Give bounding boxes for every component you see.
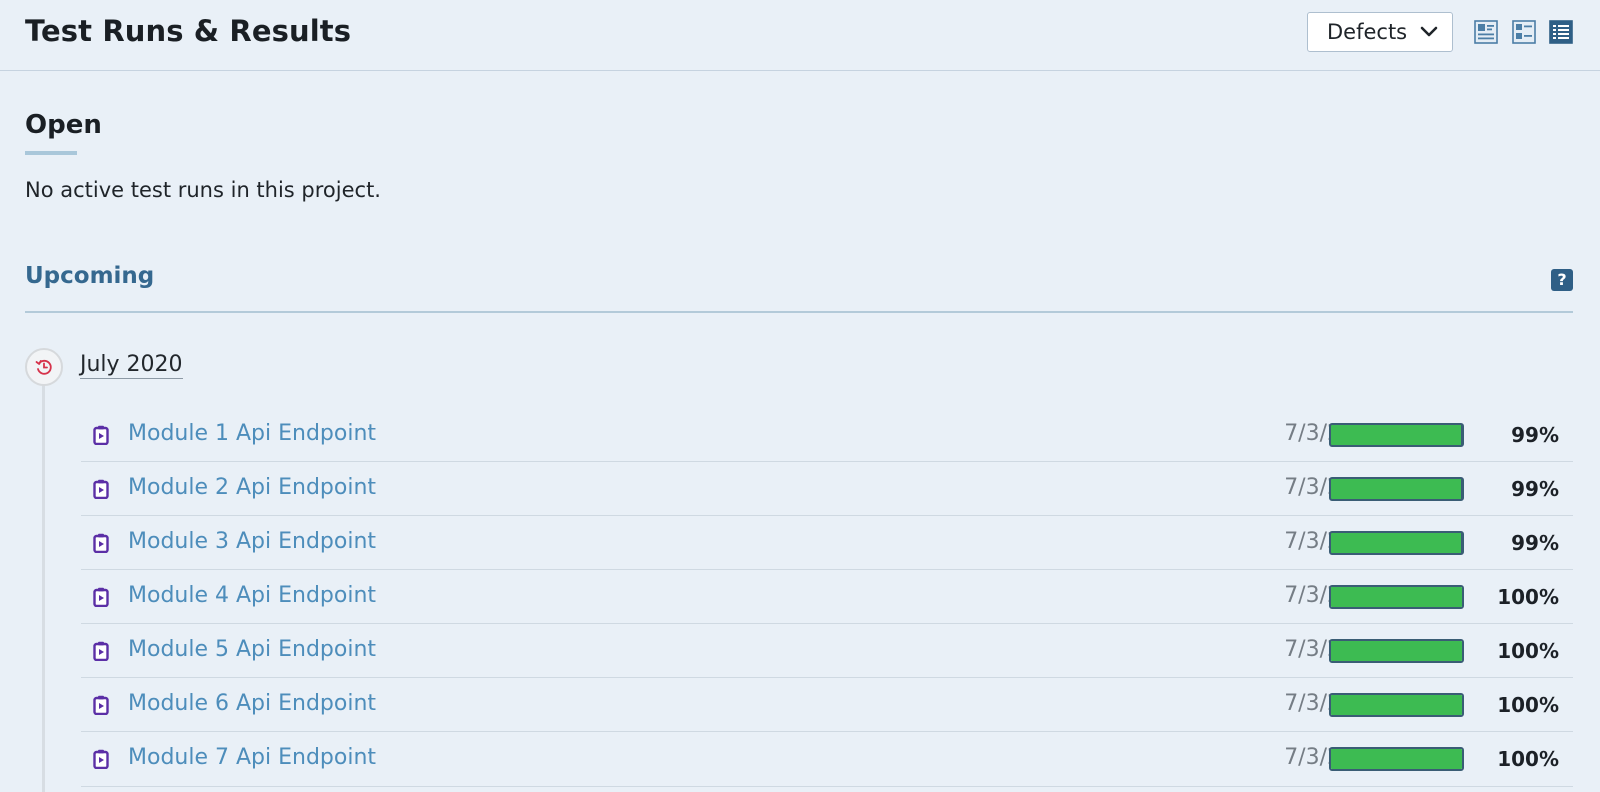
progress-bar bbox=[1329, 639, 1464, 663]
test-run-icon bbox=[93, 695, 109, 715]
progress-bar bbox=[1329, 423, 1464, 447]
progress-bar-fill bbox=[1331, 425, 1461, 445]
open-heading-underline bbox=[25, 151, 77, 155]
test-run-link[interactable]: Module 4 Api Endpoint bbox=[128, 583, 376, 608]
test-run-icon bbox=[93, 587, 109, 607]
test-run-icon bbox=[93, 533, 109, 553]
test-run-icon bbox=[93, 749, 109, 769]
defects-dropdown-label: Defects bbox=[1327, 20, 1408, 44]
test-run-icon bbox=[93, 641, 109, 661]
test-run-percent: 100% bbox=[1497, 693, 1559, 717]
page-title: Test Runs & Results bbox=[25, 14, 352, 48]
progress-bar-fill bbox=[1331, 641, 1462, 661]
test-run-link[interactable]: Module 6 Api Endpoint bbox=[128, 691, 376, 716]
test-run-percent: 99% bbox=[1511, 531, 1559, 555]
progress-bar-fill bbox=[1331, 749, 1462, 769]
progress-bar-fill bbox=[1331, 479, 1461, 499]
test-run-link[interactable]: Module 2 Api Endpoint bbox=[128, 475, 376, 500]
test-run-icon bbox=[93, 425, 109, 445]
timeline-line bbox=[42, 385, 45, 792]
progress-bar bbox=[1329, 585, 1464, 609]
milestone-title-link[interactable]: July 2020 bbox=[80, 352, 183, 379]
test-run-row: Module 6 Api Endpoint7/3/2020100% bbox=[81, 678, 1573, 732]
test-run-list: Module 1 Api Endpoint7/3/202099%Module 2… bbox=[81, 408, 1573, 787]
open-section-heading: Open bbox=[25, 110, 102, 140]
open-empty-message: No active test runs in this project. bbox=[25, 178, 381, 202]
page-header: Test Runs & Results Defects bbox=[0, 0, 1600, 71]
upcoming-section-heading: Upcoming bbox=[25, 263, 155, 289]
compact-view-icon[interactable] bbox=[1474, 20, 1498, 44]
test-run-link[interactable]: Module 1 Api Endpoint bbox=[128, 421, 376, 446]
history-icon bbox=[35, 359, 52, 375]
test-run-link[interactable]: Module 3 Api Endpoint bbox=[128, 529, 376, 554]
progress-bar bbox=[1329, 747, 1464, 771]
test-run-row: Module 2 Api Endpoint7/3/202099% bbox=[81, 462, 1573, 516]
test-run-percent: 99% bbox=[1511, 423, 1559, 447]
test-run-row: Module 4 Api Endpoint7/3/2020100% bbox=[81, 570, 1573, 624]
progress-bar-fill bbox=[1331, 587, 1462, 607]
list-view-icon[interactable] bbox=[1549, 20, 1573, 44]
test-run-row: Module 3 Api Endpoint7/3/202099% bbox=[81, 516, 1573, 570]
help-icon[interactable]: ? bbox=[1551, 269, 1573, 291]
test-run-row: Module 7 Api Endpoint7/3/2020100% bbox=[81, 732, 1573, 787]
test-run-row: Module 5 Api Endpoint7/3/2020100% bbox=[81, 624, 1573, 678]
defects-dropdown[interactable]: Defects bbox=[1307, 12, 1453, 52]
progress-bar-fill bbox=[1331, 695, 1462, 715]
test-run-percent: 100% bbox=[1497, 585, 1559, 609]
progress-bar bbox=[1329, 531, 1464, 555]
detailed-view-icon[interactable] bbox=[1512, 20, 1536, 44]
upcoming-divider bbox=[25, 311, 1573, 313]
chevron-down-icon bbox=[1420, 26, 1438, 37]
progress-bar-fill bbox=[1331, 533, 1461, 553]
test-run-link[interactable]: Module 7 Api Endpoint bbox=[128, 745, 376, 770]
test-run-link[interactable]: Module 5 Api Endpoint bbox=[128, 637, 376, 662]
test-run-percent: 100% bbox=[1497, 747, 1559, 771]
test-run-row: Module 1 Api Endpoint7/3/202099% bbox=[81, 408, 1573, 462]
milestone-clock-icon bbox=[25, 348, 63, 386]
progress-bar bbox=[1329, 477, 1464, 501]
test-run-percent: 100% bbox=[1497, 639, 1559, 663]
test-run-percent: 99% bbox=[1511, 477, 1559, 501]
test-run-icon bbox=[93, 479, 109, 499]
progress-bar bbox=[1329, 693, 1464, 717]
